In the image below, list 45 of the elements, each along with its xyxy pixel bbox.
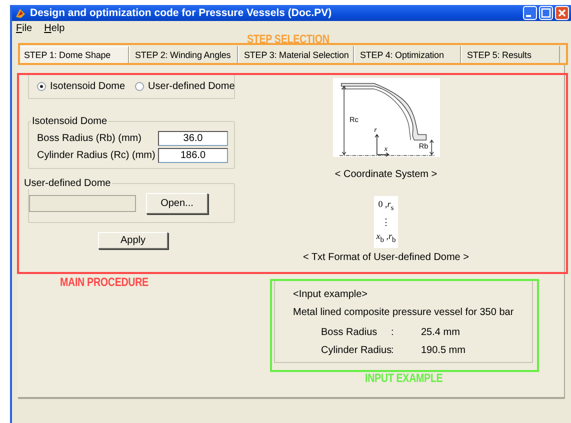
example-description: Metal lined composite pressure vessel for 350 bar: [293, 307, 515, 318]
step-tab[interactable]: STEP 4: Optimization: [354, 46, 461, 63]
annotation-label: STEP SELECTION: [247, 32, 330, 46]
example-label: Cylinder Radius: [321, 345, 391, 356]
colon-separator: :: [391, 345, 395, 356]
group-title: User-defined Dome: [23, 178, 112, 189]
close-button[interactable]: [555, 6, 569, 20]
menu-item[interactable]: Help: [44, 22, 65, 34]
example-label: Boss Radius: [321, 327, 378, 338]
menu-item[interactable]: File: [16, 22, 32, 34]
radio-option[interactable]: User-defined Dome: [135, 81, 235, 92]
example-value: 25.4 mm: [421, 327, 460, 338]
annotation-label: MAIN PROCEDURE: [60, 275, 148, 289]
radio-icon[interactable]: [37, 82, 46, 91]
apply-button[interactable]: Apply: [98, 232, 168, 249]
app-icon: [15, 8, 26, 18]
figure-caption: < Txt Format of User-defined Dome >: [303, 252, 469, 263]
example-value: 190.5 mm: [421, 345, 466, 356]
radio-option[interactable]: Isotensoid Dome: [37, 81, 126, 92]
format-line: x$_{b}$ ,r$_{b}$: [376, 230, 396, 246]
step-tab[interactable]: STEP 2: Winding Angles: [129, 46, 238, 63]
window-title: Design and optimization code for Pressure Vessels (Doc.PV): [30, 7, 333, 19]
input-field[interactable]: 186.0: [158, 148, 228, 163]
annotation-label: INPUT EXAMPLE: [365, 371, 443, 385]
diagram-label: x: [384, 144, 387, 154]
example-heading: <Input example>: [293, 289, 368, 300]
field-label: Cylinder Radius (Rc) (mm): [37, 150, 156, 161]
colon-separator: :: [391, 327, 395, 338]
format-line: 0 ,r$_{s}$: [378, 198, 394, 214]
open-button[interactable]: Open...: [146, 193, 208, 214]
field-label: Boss Radius (Rb) (mm): [37, 133, 142, 144]
maximize-button[interactable]: [539, 6, 553, 20]
minimize-button[interactable]: [523, 6, 537, 20]
radio-icon[interactable]: [135, 82, 144, 91]
diagram-label: Rc: [349, 114, 358, 124]
step-tab[interactable]: STEP 3: Material Selection: [238, 46, 354, 63]
format-line: ⋮: [382, 216, 390, 230]
figure-caption: < Coordinate System >: [334, 169, 438, 180]
step-tab[interactable]: STEP 1: Dome Shape: [18, 46, 129, 63]
diagram-label: r: [374, 124, 377, 134]
step-tab[interactable]: STEP 5: Results: [461, 46, 560, 63]
file-path-field[interactable]: [29, 195, 136, 212]
diagram-label: Rb: [418, 141, 428, 150]
group-title: Isotensoid Dome: [31, 116, 108, 127]
input-field[interactable]: 36.0: [158, 131, 228, 146]
